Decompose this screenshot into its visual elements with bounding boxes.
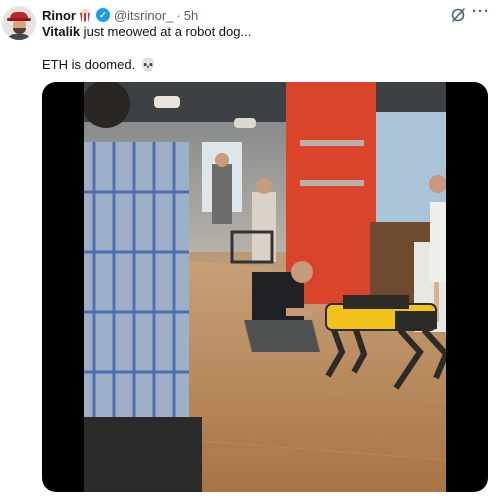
popcorn-icon xyxy=(79,8,91,22)
tweet-text-rest: just meowed at a robot dog... xyxy=(80,24,252,39)
separator-dot: · xyxy=(176,7,181,23)
verified-badge-icon[interactable]: ✓ xyxy=(95,8,110,22)
foreground-person-pants xyxy=(84,417,202,492)
timestamp[interactable]: 5h xyxy=(184,8,198,23)
tweet-text-doomed: ETH is doomed. xyxy=(42,57,136,72)
kneeling-person-pants xyxy=(244,320,320,352)
display-name[interactable]: Rinor xyxy=(42,8,76,23)
user-handle[interactable]: @itsrinor_ xyxy=(114,8,173,23)
tweet-media-video[interactable] xyxy=(42,82,488,492)
grok-icon[interactable] xyxy=(450,7,466,23)
avatar[interactable] xyxy=(2,6,36,40)
tweet-header: Rinor ✓ @itsrinor_ · 5h xyxy=(42,7,198,23)
skull-icon: 💀 xyxy=(140,57,157,72)
video-frame[interactable] xyxy=(84,82,446,492)
mentioned-name: Vitalik xyxy=(42,24,81,39)
avatar-body xyxy=(7,34,31,40)
video-scene xyxy=(84,82,446,492)
more-options-icon[interactable]: ··· xyxy=(470,4,492,22)
tweet-text-line-1: Vitalik just meowed at a robot dog... xyxy=(42,24,251,39)
tweet-text-line-2: ETH is doomed. 💀 xyxy=(42,57,156,73)
